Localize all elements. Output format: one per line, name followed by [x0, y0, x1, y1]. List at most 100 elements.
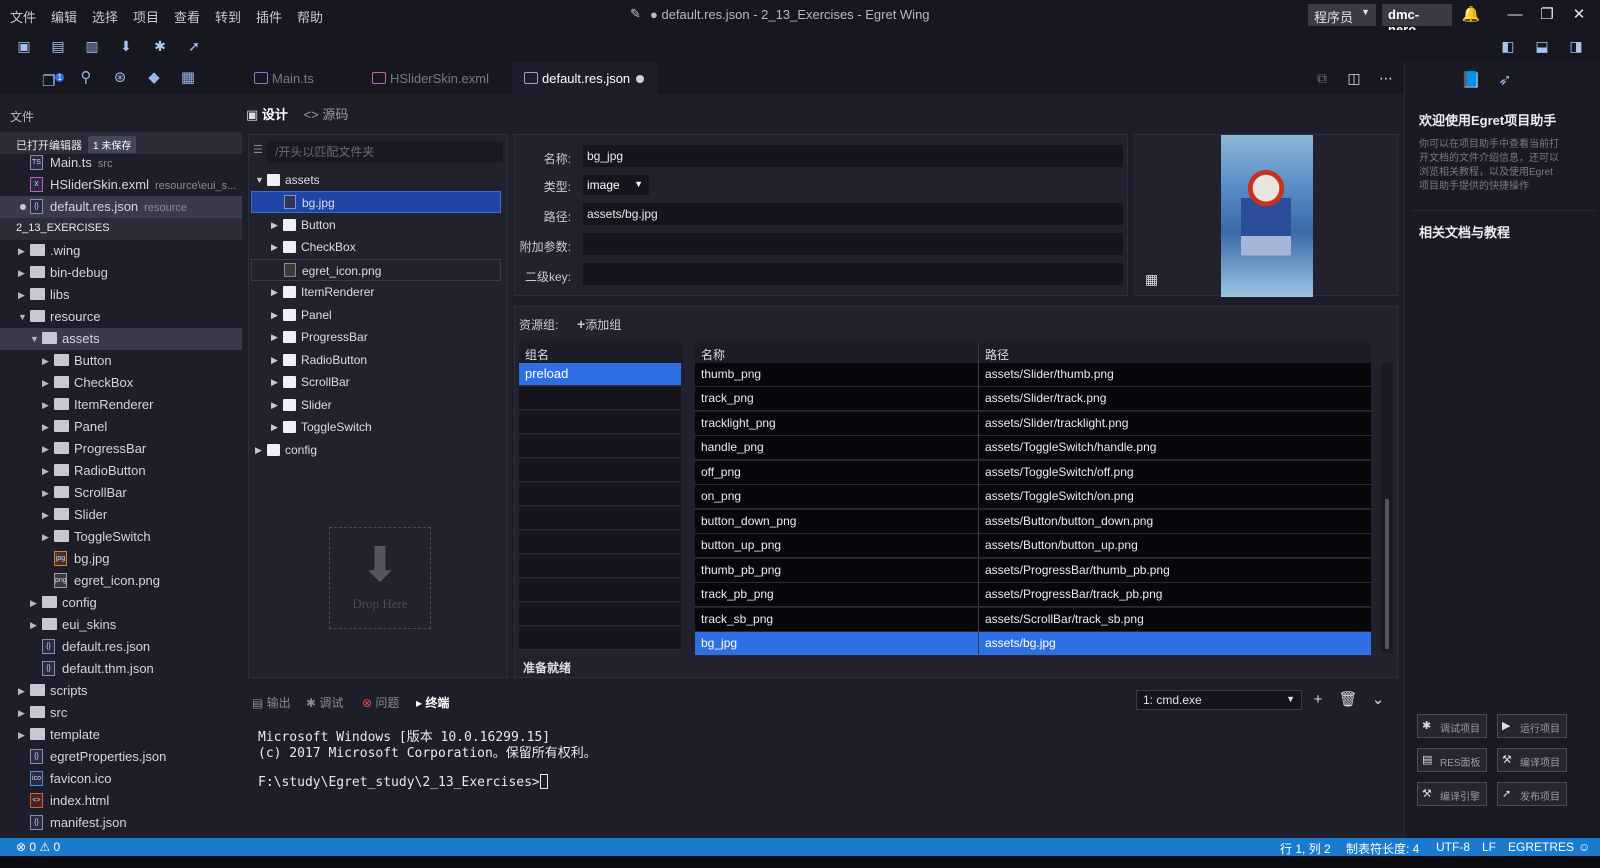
- build-engine-button[interactable]: ⚒ 编译引擎: [1417, 782, 1487, 806]
- res-panel-button[interactable]: ▤ RES面板: [1417, 748, 1487, 772]
- line-ending[interactable]: LF: [1482, 840, 1496, 854]
- minimize-button[interactable]: —: [1504, 4, 1526, 26]
- open-file-item[interactable]: {} default.res.json resource: [0, 196, 242, 218]
- menu-view[interactable]: 查看: [174, 7, 200, 26]
- filetree-item[interactable]: ▶ Slider: [251, 394, 501, 416]
- table-scrollbar[interactable]: [1381, 363, 1393, 653]
- terminal-select[interactable]: 1: cmd.exe ▼: [1136, 690, 1302, 710]
- outline-icon[interactable]: ▦: [178, 68, 198, 88]
- table-row[interactable]: off_png assets/ToggleSwitch/off.png: [695, 461, 1371, 485]
- split-editor-icon[interactable]: ◫: [1344, 68, 1364, 88]
- filetree-item[interactable]: ▶ ToggleSwitch: [251, 416, 501, 438]
- close-button[interactable]: ✕: [1568, 4, 1590, 26]
- filetree-item[interactable]: ▶ Button: [251, 214, 501, 236]
- restore-button[interactable]: ❐: [1536, 4, 1558, 26]
- run-project-button[interactable]: ▶ 运行项目: [1497, 714, 1567, 738]
- grid-icon[interactable]: ▦: [1145, 271, 1161, 287]
- download-icon[interactable]: ⬇: [116, 36, 136, 56]
- filter-input[interactable]: [267, 141, 503, 163]
- table-row[interactable]: button_down_png assets/Button/button_down…: [695, 510, 1371, 534]
- scrollbar-thumb[interactable]: [1385, 499, 1389, 649]
- git-icon[interactable]: ◆: [144, 68, 164, 88]
- tab-terminal[interactable]: ▸ 终端: [416, 694, 449, 711]
- menu-goto[interactable]: 转到: [215, 7, 241, 26]
- debug-project-button[interactable]: ✱ 调试项目: [1417, 714, 1487, 738]
- tree-item-folder[interactable]: ▶ libs: [0, 284, 242, 306]
- toggle-panel-icon[interactable]: ⬓: [1532, 36, 1552, 56]
- tree-item-folder[interactable]: ▶ bin-debug: [0, 262, 242, 284]
- chevron-down-icon[interactable]: ⌄: [1368, 690, 1388, 710]
- table-row[interactable]: track_png assets/Slider/track.png: [695, 387, 1371, 411]
- tree-item-folder[interactable]: ▶ template: [0, 724, 242, 746]
- extensions-icon[interactable]: ⊛: [110, 68, 130, 88]
- tree-item-folder[interactable]: ▶ ScrollBar: [0, 482, 242, 504]
- table-row[interactable]: button_up_png assets/Button/button_up.png: [695, 534, 1371, 558]
- menu-file[interactable]: 文件: [10, 7, 36, 26]
- tree-item-file[interactable]: png egret_icon.png: [0, 570, 242, 592]
- tree-item-folder[interactable]: ▼ resource: [0, 306, 242, 328]
- tree-item-folder[interactable]: ▶ ToggleSwitch: [0, 526, 242, 548]
- tab-problems[interactable]: ⊗ 问题: [362, 694, 399, 711]
- problems-indicator[interactable]: ⊗ 0 ⚠ 0: [16, 840, 60, 854]
- filetree-item[interactable]: ▶ ItemRenderer: [251, 281, 501, 303]
- extra-params-field[interactable]: [583, 233, 1123, 255]
- tab-output[interactable]: ▤ 输出: [252, 694, 291, 711]
- name-field[interactable]: bg_jpg: [583, 145, 1123, 167]
- tree-item-file[interactable]: <> index.html: [0, 790, 242, 812]
- language-mode[interactable]: EGRETRES: [1508, 840, 1574, 854]
- view-source-button[interactable]: <> 源码: [304, 107, 349, 122]
- path-field[interactable]: assets/bg.jpg: [583, 203, 1123, 225]
- feedback-icon[interactable]: ☺: [1578, 840, 1590, 854]
- new-project-icon[interactable]: ▣: [14, 36, 34, 56]
- tab-debug[interactable]: ✱ 调试: [306, 694, 343, 711]
- filetree-item[interactable]: ▶ ProgressBar: [251, 326, 501, 348]
- search-icon[interactable]: ⚲: [76, 68, 96, 88]
- tree-item-file[interactable]: {} default.res.json: [0, 636, 242, 658]
- tree-item-folder[interactable]: ▶ Panel: [0, 416, 242, 438]
- open-file-item[interactable]: TS Main.ts src: [0, 152, 242, 174]
- menu-plugins[interactable]: 插件: [256, 7, 282, 26]
- drop-zone[interactable]: ⬇ Drop Here: [329, 527, 431, 629]
- table-row[interactable]: tracklight_png assets/Slider/tracklight.p…: [695, 412, 1371, 436]
- table-row[interactable]: thumb_pb_png assets/ProgressBar/thumb_pb.…: [695, 559, 1371, 583]
- tree-item-folder[interactable]: ▶ CheckBox: [0, 372, 242, 394]
- tree-item-file[interactable]: {} default.thm.json: [0, 658, 242, 680]
- filetree-item[interactable]: bg.jpg: [251, 191, 501, 213]
- unsaved-dot-icon[interactable]: [636, 75, 644, 83]
- filetree-item[interactable]: ▼ assets: [251, 169, 501, 191]
- tree-item-file[interactable]: {} manifest.json: [0, 812, 242, 834]
- open-file-item[interactable]: X HSliderSkin.exml resource\eui_s...: [0, 174, 242, 196]
- book-icon[interactable]: 📘: [1461, 70, 1481, 90]
- tree-item-folder[interactable]: ▶ .wing: [0, 240, 242, 262]
- tab-main-ts[interactable]: Main.ts: [242, 62, 360, 94]
- open-editors-header[interactable]: 已打开编辑器 1 未保存: [0, 132, 242, 154]
- debug-icon[interactable]: ✱: [150, 36, 170, 56]
- table-row[interactable]: thumb_png assets/Slider/thumb.png: [695, 363, 1371, 387]
- tree-item-file[interactable]: jpg bg.jpg: [0, 548, 242, 570]
- cursor-position[interactable]: 行 1, 列 2: [1280, 840, 1331, 857]
- encoding[interactable]: UTF-8: [1436, 840, 1470, 854]
- save-all-icon[interactable]: ▥: [82, 36, 102, 56]
- explorer-icon[interactable]: ❐ 1: [42, 68, 64, 90]
- table-row[interactable]: track_pb_png assets/ProgressBar/track_pb.…: [695, 583, 1371, 607]
- tree-item-folder[interactable]: ▶ src: [0, 702, 242, 724]
- tree-item-folder[interactable]: ▶ scripts: [0, 680, 242, 702]
- tree-item-folder[interactable]: ▶ RadioButton: [0, 460, 242, 482]
- publish-project-button[interactable]: ➚ 发布项目: [1497, 782, 1567, 806]
- menu-help[interactable]: 帮助: [297, 7, 323, 26]
- tab-size[interactable]: 制表符长度: 4: [1346, 840, 1419, 857]
- tab-hslider-skin[interactable]: HSliderSkin.exml: [360, 62, 512, 94]
- filetree-item[interactable]: ▶ Panel: [251, 304, 501, 326]
- add-terminal-icon[interactable]: +: [1308, 690, 1328, 710]
- view-design-button[interactable]: 设计: [262, 107, 288, 122]
- toggle-sidebar-icon[interactable]: ◧: [1498, 36, 1518, 56]
- filetree-item[interactable]: ▶ CheckBox: [251, 236, 501, 258]
- filetree-item[interactable]: ▶ config: [251, 439, 501, 461]
- menu-edit[interactable]: 编辑: [51, 7, 77, 26]
- tree-item-folder[interactable]: ▶ ItemRenderer: [0, 394, 242, 416]
- feather-icon[interactable]: ➶: [1495, 70, 1515, 90]
- role-select[interactable]: 程序员 ▼: [1308, 4, 1376, 26]
- tree-item-folder[interactable]: ▼ assets: [0, 328, 242, 350]
- publish-icon[interactable]: ➚: [184, 36, 204, 56]
- group-item-preload[interactable]: preload: [519, 363, 681, 386]
